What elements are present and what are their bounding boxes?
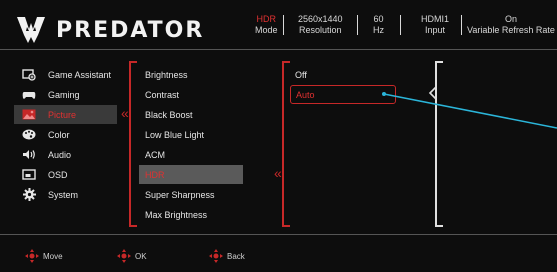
dpad-icon [25,249,39,263]
footer-hint-ok: OK [116,248,147,264]
callout-pointer [382,92,557,129]
footer-divider [0,234,557,235]
footer-hint-back: Back [208,248,245,264]
footer-hint-move: Move [24,248,63,264]
dpad-icon [209,249,223,263]
dpad-icon [117,249,131,263]
